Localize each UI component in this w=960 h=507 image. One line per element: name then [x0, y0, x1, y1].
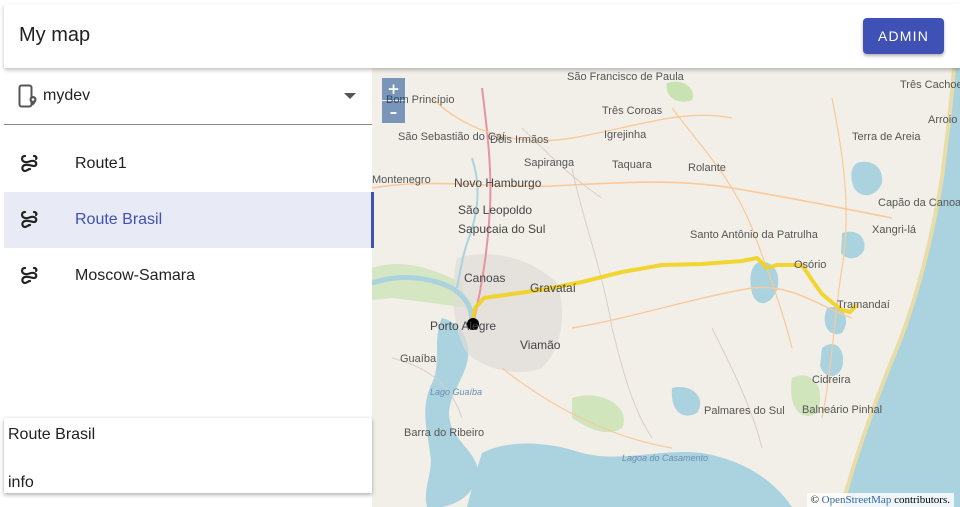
place-label: Barra do Ribeiro — [404, 427, 484, 439]
place-label: Igrejinha — [604, 129, 647, 141]
info-route-name: Route Brasil — [8, 426, 96, 443]
place-label: Rolante — [688, 162, 726, 174]
attribution-suffix: contributors. — [891, 494, 950, 506]
place-label: Lago Guaíba — [430, 387, 482, 397]
route-item-route1[interactable]: Route1 — [4, 136, 372, 192]
place-label: Gravataí — [530, 281, 577, 295]
place-label: Palmares do Sul — [704, 405, 785, 417]
place-label: Tramandaí — [837, 299, 890, 311]
route-icon — [20, 266, 38, 285]
place-label: Taquara — [612, 159, 653, 171]
zoom-in-button[interactable]: + — [382, 78, 405, 100]
place-label: Terra de Areia — [852, 131, 921, 143]
place-label: Três Cachoeiras — [900, 79, 960, 91]
place-label: Três Coroas — [602, 105, 663, 117]
place-label: Guaíba — [400, 353, 437, 365]
place-label: Canoas — [464, 271, 505, 285]
place-label: Capão da Canoa — [878, 197, 960, 209]
map-view[interactable]: Bom Princípio São Francisco de Paula Trê… — [372, 68, 960, 507]
place-label: Osório — [794, 259, 826, 271]
zoom-control: + – — [382, 78, 405, 124]
route-item-route-brasil[interactable]: Route Brasil — [4, 192, 374, 248]
place-label: Novo Hamburgo — [454, 176, 542, 190]
place-label: Xangri-lá — [872, 224, 917, 236]
route-info-panel: Route Brasil info — [4, 418, 372, 493]
route-label: Route1 — [75, 155, 127, 172]
place-label: Dois Irmãos — [490, 134, 549, 146]
place-label: Montenegro — [372, 174, 431, 186]
attribution-prefix: © — [810, 494, 822, 506]
openstreetmap-link[interactable]: OpenStreetMap — [822, 494, 892, 506]
admin-button[interactable]: ADMIN — [863, 18, 944, 54]
place-label: Lagoa do Casamento — [622, 453, 708, 463]
sidebar: mydev Route1 Route Brasil Moscow-Samara — [4, 68, 374, 507]
app-title: My map — [19, 24, 91, 46]
device-select[interactable]: mydev — [4, 68, 372, 125]
place-label: São Sebastião do Caí — [398, 131, 505, 143]
map-attribution: © OpenStreetMap contributors. — [806, 493, 954, 507]
route-label: Moscow-Samara — [75, 267, 196, 284]
map-tiles: Bom Princípio São Francisco de Paula Trê… — [372, 68, 960, 507]
place-label: São Francisco de Paula — [567, 71, 685, 83]
place-label: Viamão — [520, 338, 561, 352]
place-label: Sapucaia do Sul — [458, 222, 545, 236]
zoom-out-button[interactable]: – — [382, 101, 405, 123]
route-label: Route Brasil — [75, 211, 163, 228]
route-list: Route1 Route Brasil Moscow-Samara — [4, 136, 374, 304]
app-bar: My map ADMIN — [4, 4, 960, 68]
device-name: mydev — [43, 87, 91, 104]
phone-location-icon — [18, 84, 37, 108]
place-label: Arroio do Sal — [928, 114, 960, 126]
route-item-moscow-samara[interactable]: Moscow-Samara — [4, 248, 372, 304]
place-label: Porto Alegre — [430, 319, 496, 333]
place-label: Cidreira — [812, 374, 851, 386]
place-label: Sapiranga — [524, 157, 575, 169]
place-label: Santo Antônio da Patrulha — [690, 229, 819, 241]
place-label: Balneário Pinhal — [802, 404, 882, 416]
place-label: São Leopoldo — [458, 203, 532, 217]
info-label: info — [8, 474, 34, 491]
route-icon — [20, 210, 38, 229]
route-icon — [20, 154, 38, 173]
chevron-down-icon — [344, 93, 356, 99]
